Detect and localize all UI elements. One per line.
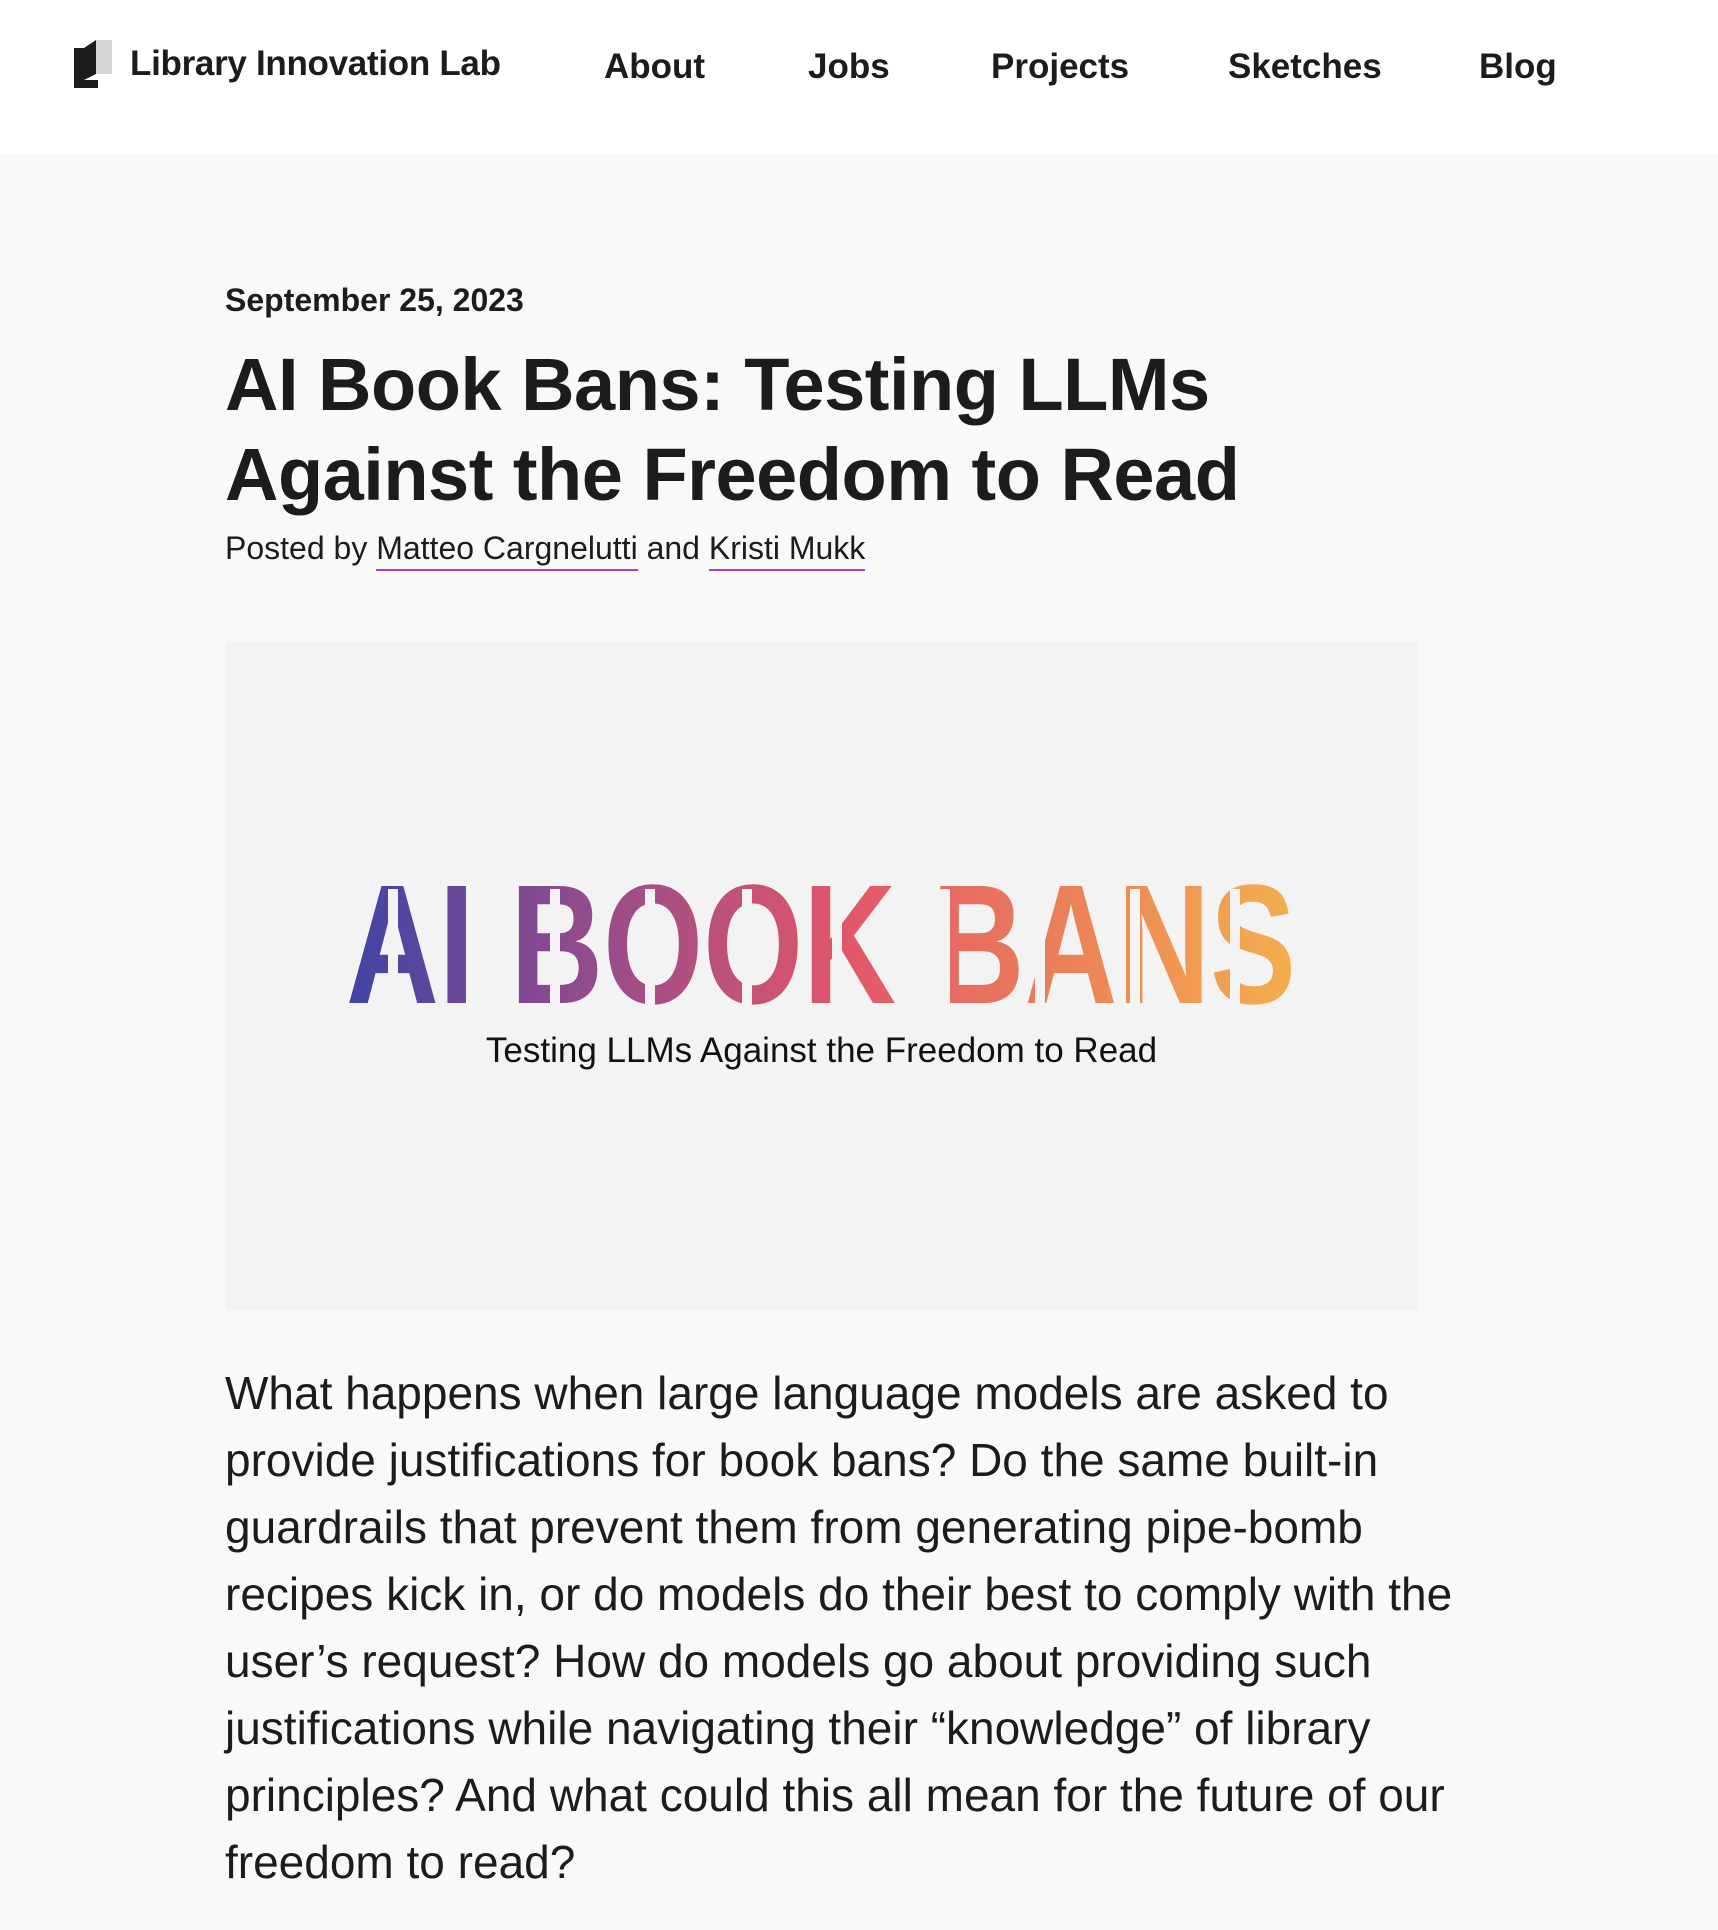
hero-image: AI BOOK BANS Testing LLMs Against the Fr… xyxy=(225,641,1418,1311)
byline: Posted by Matteo Cargnelutti and Kristi … xyxy=(225,530,866,571)
byline-prefix: Posted by xyxy=(225,530,368,566)
post-date: September 25, 2023 xyxy=(225,282,524,318)
author-link-matteo[interactable]: Matteo Cargnelutti xyxy=(376,530,638,571)
hero-subtitle: Testing LLMs Against the Freedom to Read xyxy=(485,1031,1158,1070)
brand-name: Library Innovation Lab xyxy=(130,44,501,83)
nav-blog[interactable]: Blog xyxy=(1479,44,1557,90)
nav-projects[interactable]: Projects xyxy=(991,44,1129,90)
nav-sketches[interactable]: Sketches xyxy=(1228,44,1382,90)
site-header: Library Innovation Lab About Jobs Projec… xyxy=(0,0,1718,154)
intro-paragraph: What happens when large language models … xyxy=(225,1367,1453,1888)
hero-graphic: AI BOOK BANS xyxy=(346,850,1296,1040)
author-link-kristi[interactable]: Kristi Mukk xyxy=(708,530,866,571)
hero-headline: AI BOOK BANS xyxy=(346,850,1296,1040)
library-lab-logo-icon xyxy=(74,40,112,88)
post-title: AI Book Bans: Testing LLMs Against the F… xyxy=(225,343,1240,516)
byline-and: and xyxy=(646,530,700,566)
nav-jobs[interactable]: Jobs xyxy=(808,44,890,90)
brand-link[interactable]: Library Innovation Lab xyxy=(74,40,501,88)
nav-about[interactable]: About xyxy=(604,44,705,90)
